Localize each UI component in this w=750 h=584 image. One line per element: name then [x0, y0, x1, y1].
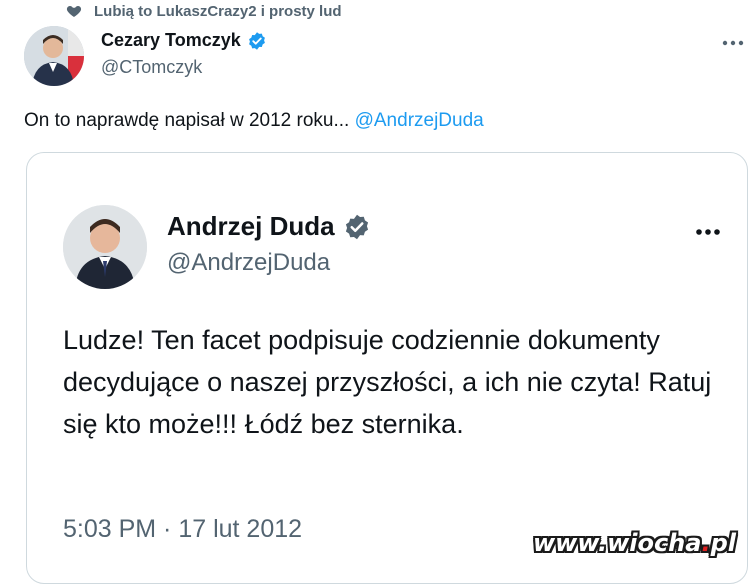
quoted-author-avatar[interactable]	[63, 205, 147, 289]
social-context[interactable]: Lubią to LukaszCrazy2 i prosty lud	[66, 0, 342, 22]
tweet-text-body: On to naprawdę napisał w 2012 roku...	[24, 110, 355, 131]
tweet-text: On to naprawdę napisał w 2012 roku... @A…	[24, 110, 484, 132]
quoted-timestamp[interactable]: 5:03 PM · 17 lut 2012	[63, 515, 302, 544]
quoted-author-handle[interactable]: @AndrzejDuda	[167, 249, 330, 277]
watermark-prefix: www.wiocha	[532, 529, 702, 557]
quoted-more-options-button[interactable]	[695, 223, 721, 241]
quoted-tweet-text: Ludze! Ten facet podpisuje codziennie do…	[63, 325, 712, 439]
quoted-tweet-card[interactable]: Andrzej Duda @AndrzejDuda Ludze! Ten fac…	[26, 152, 748, 584]
author-avatar-image	[24, 26, 84, 86]
more-dots-icon	[722, 40, 744, 46]
quoted-author-name-row: Andrzej Duda	[167, 211, 371, 242]
watermark-dot: .	[701, 529, 711, 557]
watermark-suffix: pl	[710, 529, 736, 557]
quoted-author-name[interactable]: Andrzej Duda	[167, 211, 335, 242]
more-options-button[interactable]	[722, 33, 744, 51]
mention-link[interactable]: @AndrzejDuda	[355, 110, 484, 131]
quoted-author-avatar-image	[63, 205, 147, 289]
author-handle[interactable]: @CTomczyk	[101, 57, 202, 78]
social-context-text: Lubią to LukaszCrazy2 i prosty lud	[94, 2, 342, 20]
quoted-verified-badge-icon	[345, 214, 368, 239]
author-name-row: Cezary Tomczyk	[101, 30, 267, 51]
watermark: www.wiocha.pl	[533, 529, 736, 557]
author-name[interactable]: Cezary Tomczyk	[101, 30, 241, 51]
heart-icon	[66, 6, 82, 17]
verified-badge-icon	[248, 31, 265, 50]
author-avatar[interactable]	[24, 26, 84, 86]
quoted-more-dots-icon	[696, 229, 720, 235]
